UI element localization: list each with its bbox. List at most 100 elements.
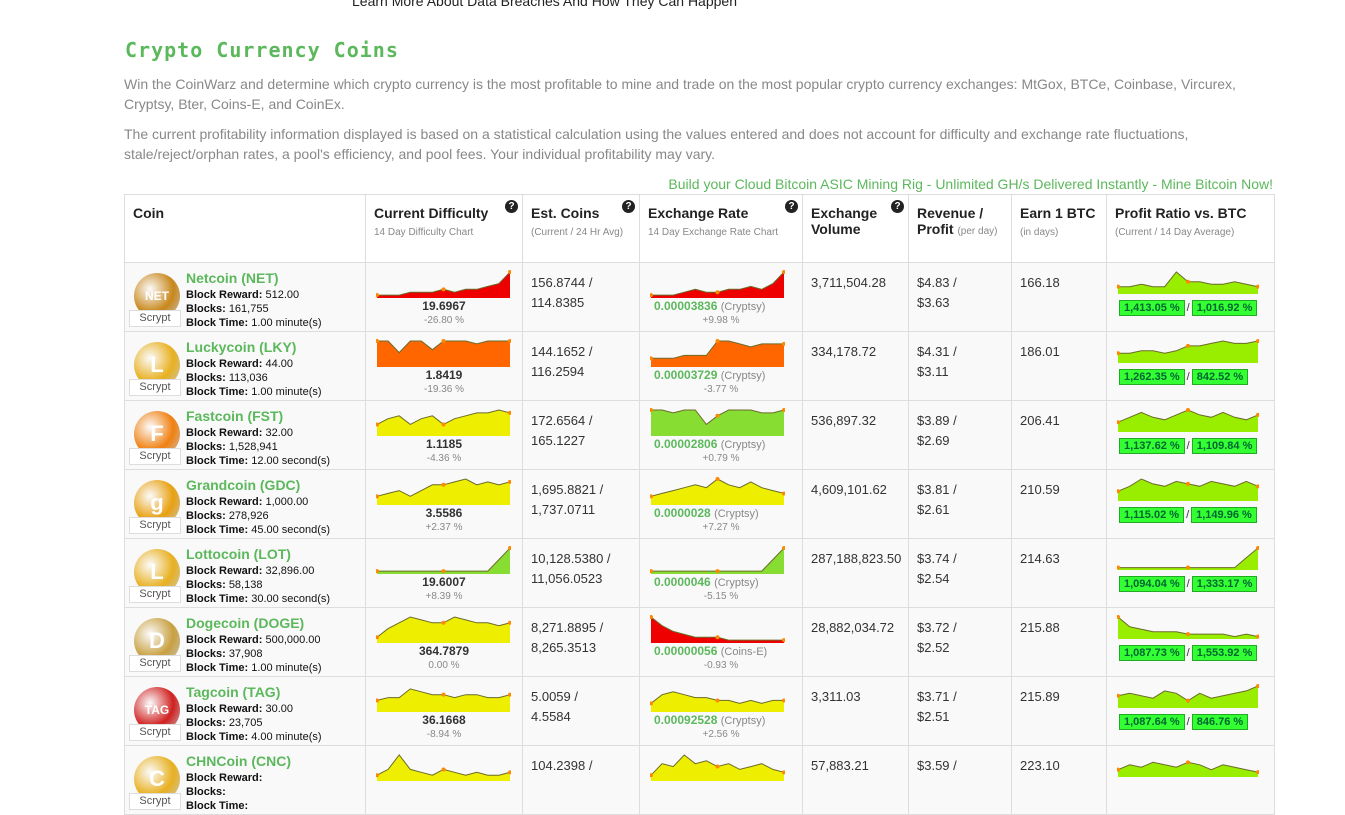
difficulty-sparkline[interactable] <box>376 683 511 713</box>
difficulty-sparkline[interactable] <box>376 752 511 782</box>
header-est-coins[interactable]: Est. Coins (Current / 24 Hr Avg) ? <box>522 194 640 263</box>
profit-ratio-sparkline[interactable] <box>1117 269 1259 295</box>
exchange-rate-sparkline[interactable] <box>650 476 785 506</box>
help-icon[interactable]: ? <box>785 200 798 213</box>
header-exchange-volume[interactable]: Exchange Volume ? <box>802 194 909 263</box>
header-exchange-rate[interactable]: Exchange Rate 14 Day Exchange Rate Chart… <box>639 194 803 263</box>
difficulty-cell[interactable] <box>365 745 523 815</box>
exchange-rate-sparkline[interactable] <box>650 269 785 299</box>
volume-value: 3,311.03 <box>811 689 861 704</box>
difficulty-cell[interactable]: 3.5586 +2.37 % <box>365 469 523 539</box>
header-earn-label: Earn 1 BTC <box>1020 205 1096 221</box>
exchange-rate-value: 0.00000056 (Coins-E) <box>654 644 767 658</box>
block-reward-line: Block Reward: 30.00 <box>186 702 322 716</box>
header-revenue[interactable]: Revenue / Profit (per day) <box>908 194 1012 263</box>
coin-name-link[interactable]: Luckycoin (LKY) <box>186 339 296 355</box>
ratio-cell[interactable]: 1,087.73 %/1,553.92 % <box>1106 607 1275 677</box>
exchange-rate-change: -3.77 % <box>703 384 739 395</box>
difficulty-cell[interactable]: 1.8419 -19.36 % <box>365 331 523 401</box>
ratio-cell[interactable]: 1,262.35 %/842.52 % <box>1106 331 1275 401</box>
exchange-rate-cell[interactable]: 0.0000028 (Cryptsy) +7.27 % <box>639 469 803 539</box>
profit-ratio-sparkline[interactable] <box>1117 407 1259 433</box>
ratio-cell[interactable]: 1,087.64 %/846.76 % <box>1106 676 1275 746</box>
est-coins-cell: 156.8744 / 114.8385 <box>522 262 640 332</box>
table-row[interactable]: L Scrypt Luckycoin (LKY) Block Reward: 4… <box>124 331 1275 401</box>
exchange-rate-sparkline[interactable] <box>650 407 785 437</box>
exchange-rate-sparkline[interactable] <box>650 614 785 644</box>
table-row[interactable]: L Scrypt Lottocoin (LOT) Block Reward: 3… <box>124 538 1275 608</box>
profit-value: $2.52 <box>917 640 950 655</box>
difficulty-cell[interactable]: 364.7879 0.00 % <box>365 607 523 677</box>
exchange-rate-cell[interactable]: 0.00092528 (Cryptsy) +2.56 % <box>639 676 803 746</box>
exchange-rate-value: 0.0000046 (Cryptsy) <box>654 575 759 589</box>
top-note-link[interactable]: Learn More About Data Breaches And How T… <box>352 0 737 9</box>
ratio-cell[interactable]: / <box>1106 745 1275 815</box>
sparkline-point <box>715 339 720 343</box>
revenue-cell: $3.89 / $2.69 <box>908 400 1012 470</box>
ratio-cell[interactable]: 1,094.04 %/1,333.17 % <box>1106 538 1275 608</box>
est-coins-current: 104.2398 / <box>531 758 593 773</box>
coin-cell: D Scrypt Dogecoin (DOGE) Block Reward: 5… <box>124 607 366 677</box>
table-row[interactable]: D Scrypt Dogecoin (DOGE) Block Reward: 5… <box>124 607 1275 677</box>
difficulty-cell[interactable]: 1.1185 -4.36 % <box>365 400 523 470</box>
table-row[interactable]: C Scrypt CHNCoin (CNC) Block Reward: Blo… <box>124 745 1275 815</box>
header-coin[interactable]: Coin <box>124 194 366 263</box>
table-row[interactable]: F Scrypt Fastcoin (FST) Block Reward: 32… <box>124 400 1275 470</box>
help-icon[interactable]: ? <box>505 200 518 213</box>
profit-ratio-sparkline[interactable] <box>1117 683 1259 709</box>
table-row[interactable]: NET Scrypt Netcoin (NET) Block Reward: 5… <box>124 262 1275 332</box>
exchange-rate-cell[interactable]: 0.00003836 (Cryptsy) +9.98 % <box>639 262 803 332</box>
header-earn[interactable]: Earn 1 BTC (in days) <box>1011 194 1107 263</box>
difficulty-sparkline[interactable] <box>376 476 511 506</box>
exchange-rate-sparkline[interactable] <box>650 545 785 575</box>
header-difficulty[interactable]: Current Difficulty 14 Day Difficulty Cha… <box>365 194 523 263</box>
coin-name-link[interactable]: Lottocoin (LOT) <box>186 546 291 562</box>
exchange-rate-value: 0.00002806 (Cryptsy) <box>654 437 765 451</box>
blocks-line: Blocks: 161,755 <box>186 302 322 316</box>
exchange-rate-cell[interactable] <box>639 745 803 815</box>
profit-ratio-sparkline[interactable] <box>1117 545 1259 571</box>
sparkline-area <box>1118 686 1258 708</box>
difficulty-sparkline[interactable] <box>376 545 511 575</box>
profit-ratio-sparkline[interactable] <box>1117 338 1259 364</box>
ratio-cell[interactable]: 1,137.62 %/1,109.84 % <box>1106 400 1275 470</box>
exchange-rate-cell[interactable]: 0.0000046 (Cryptsy) -5.15 % <box>639 538 803 608</box>
table-row[interactable]: g Scrypt Grandcoin (GDC) Block Reward: 1… <box>124 469 1275 539</box>
ratio-cell[interactable]: 1,413.05 %/1,016.92 % <box>1106 262 1275 332</box>
exchange-rate-sparkline[interactable] <box>650 683 785 713</box>
exchange-rate-cell[interactable]: 0.00000056 (Coins-E) -0.93 % <box>639 607 803 677</box>
difficulty-cell[interactable]: 19.6007 +8.39 % <box>365 538 523 608</box>
exchange-rate-value: 0.00003729 (Cryptsy) <box>654 368 765 382</box>
coin-name-link[interactable]: CHNCoin (CNC) <box>186 753 291 769</box>
difficulty-sparkline[interactable] <box>376 614 511 644</box>
exchange-rate-sparkline[interactable] <box>650 338 785 368</box>
sparkline-area <box>651 479 784 505</box>
coin-name-link[interactable]: Netcoin (NET) <box>186 270 279 286</box>
difficulty-sparkline[interactable] <box>376 269 511 299</box>
coin-name-link[interactable]: Fastcoin (FST) <box>186 408 283 424</box>
est-coins-cell: 144.1652 / 116.2594 <box>522 331 640 401</box>
exchange-rate-cell[interactable]: 0.00002806 (Cryptsy) +0.79 % <box>639 400 803 470</box>
profit-ratio-sparkline[interactable] <box>1117 614 1259 640</box>
help-icon[interactable]: ? <box>891 200 904 213</box>
coin-name-link[interactable]: Grandcoin (GDC) <box>186 477 300 493</box>
table-row[interactable]: TAG Scrypt Tagcoin (TAG) Block Reward: 3… <box>124 676 1275 746</box>
difficulty-sparkline[interactable] <box>376 338 511 368</box>
earn-value: 166.18 <box>1020 275 1060 290</box>
exchange-rate-sparkline[interactable] <box>650 752 785 782</box>
difficulty-cell[interactable]: 19.6967 -26.80 % <box>365 262 523 332</box>
ratio-current-badge: 1,115.02 % <box>1119 507 1185 523</box>
help-icon[interactable]: ? <box>622 200 635 213</box>
profit-ratio-sparkline[interactable] <box>1117 752 1259 778</box>
blocks-line: Blocks: 23,705 <box>186 716 322 730</box>
coin-name-link[interactable]: Tagcoin (TAG) <box>186 684 280 700</box>
ratio-cell[interactable]: 1,115.02 %/1,149.96 % <box>1106 469 1275 539</box>
difficulty-cell[interactable]: 36.1668 -8.94 % <box>365 676 523 746</box>
exchange-rate-cell[interactable]: 0.00003729 (Cryptsy) -3.77 % <box>639 331 803 401</box>
header-ratio[interactable]: Profit Ratio vs. BTC (Current / 14 Day A… <box>1106 194 1275 263</box>
coin-name-link[interactable]: Dogecoin (DOGE) <box>186 615 304 631</box>
block-reward-value: 500,000.00 <box>265 634 321 646</box>
profit-ratio-sparkline[interactable] <box>1117 476 1259 502</box>
promo-link[interactable]: Build your Cloud Bitcoin ASIC Mining Rig… <box>668 176 1273 192</box>
difficulty-sparkline[interactable] <box>376 407 511 437</box>
